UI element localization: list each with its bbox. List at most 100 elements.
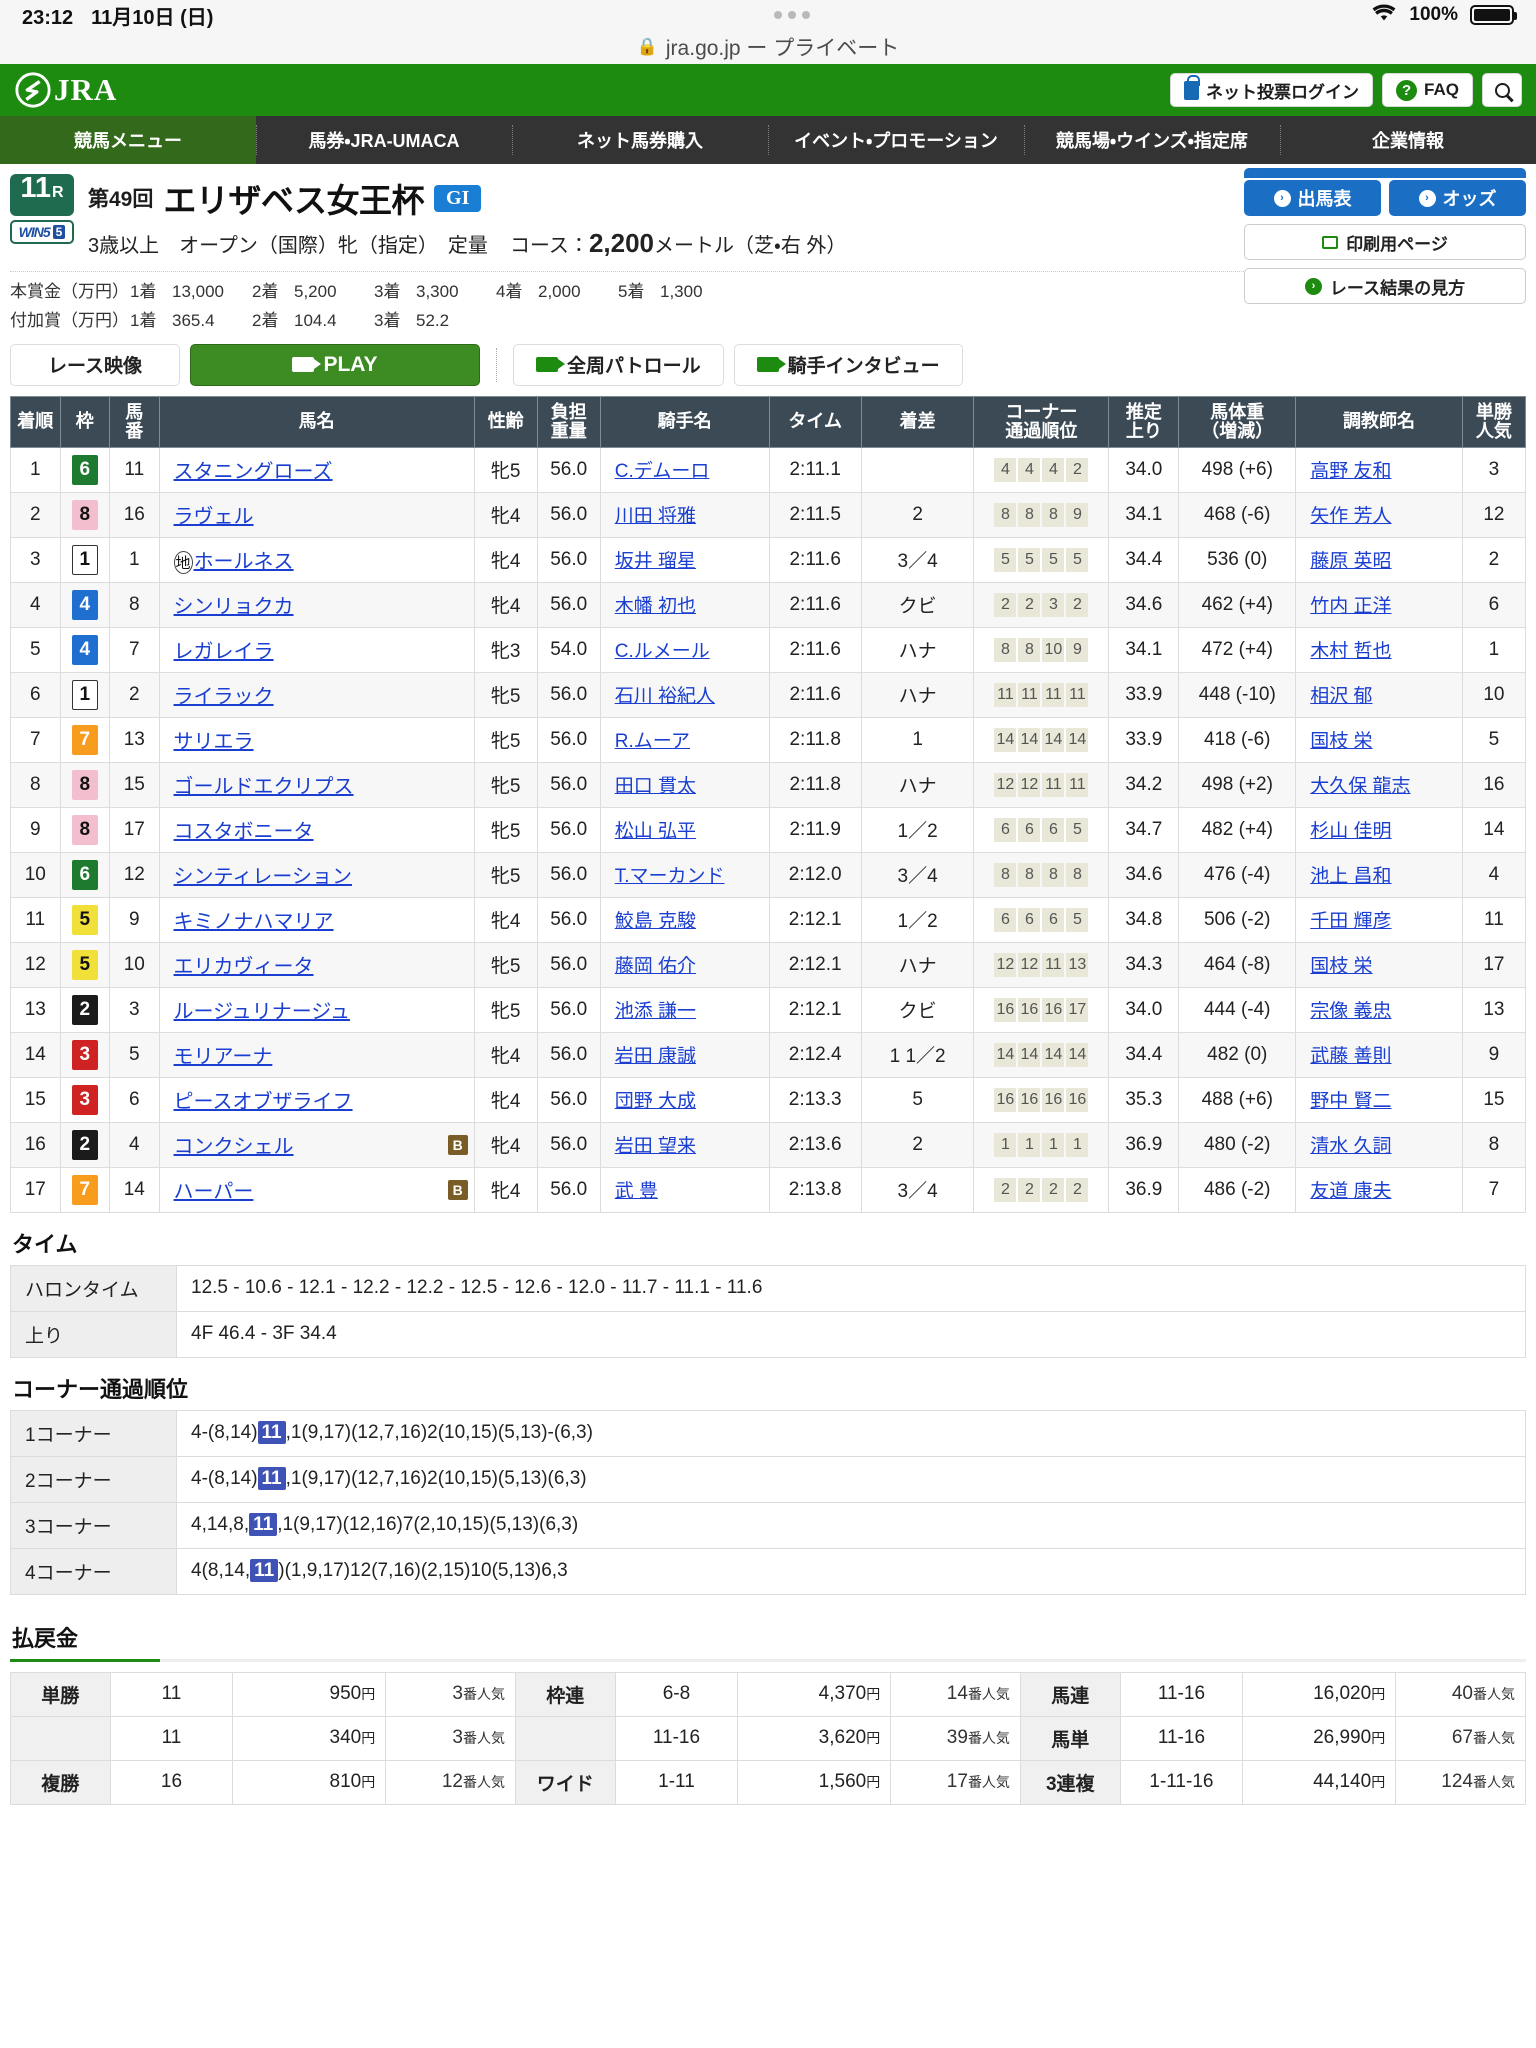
cell-popularity: 16 bbox=[1461, 761, 1527, 808]
payout-popularity: 3番人気 bbox=[385, 1715, 516, 1761]
nav-item-baken-umaca[interactable]: 馬券・JRA-UMACA bbox=[256, 116, 512, 164]
jockey-link[interactable]: 池添 謙一 bbox=[615, 1001, 696, 1022]
corner-pos: 8 bbox=[994, 502, 1017, 527]
entry-table-button[interactable]: › 出馬表 bbox=[1244, 180, 1381, 216]
horse-link[interactable]: ライラック bbox=[174, 686, 274, 708]
trainer-link[interactable]: 矢作 芳人 bbox=[1310, 506, 1391, 527]
jockey-link[interactable]: R.ムーア bbox=[615, 731, 690, 752]
horse-link[interactable]: モリアーナ bbox=[174, 1046, 273, 1068]
trainer-link[interactable]: 武藤 善則 bbox=[1310, 1046, 1391, 1067]
jockey-link[interactable]: 武 豊 bbox=[615, 1181, 658, 1202]
horse-link[interactable]: シンリョクカ bbox=[174, 596, 294, 618]
horse-link[interactable]: ホールネス bbox=[194, 551, 294, 573]
cell-popularity: 7 bbox=[1461, 1166, 1527, 1213]
trainer-link[interactable]: 清水 久詞 bbox=[1310, 1136, 1391, 1157]
jockey-link[interactable]: 松山 弘平 bbox=[615, 821, 696, 842]
horse-link[interactable]: コスタボニータ bbox=[174, 821, 314, 843]
trainer-link[interactable]: 宗像 義忠 bbox=[1310, 1001, 1391, 1022]
odds-label: オッズ bbox=[1442, 189, 1497, 209]
nav-item-event-promotion[interactable]: イベント・プロモーション bbox=[768, 116, 1024, 164]
trainer-link[interactable]: 木村 哲也 bbox=[1310, 641, 1391, 662]
horse-link[interactable]: ゴールドエクリプス bbox=[174, 776, 354, 798]
horse-link[interactable]: スタニングローズ bbox=[174, 461, 333, 483]
jockey-link[interactable]: 藤岡 佑介 bbox=[615, 956, 696, 977]
table-row: ハロンタイム 12.5 - 10.6 - 12.1 - 12.2 - 12.2 … bbox=[10, 1264, 1526, 1312]
horse-link[interactable]: エリカヴィータ bbox=[174, 956, 314, 978]
cell-margin: 1 bbox=[860, 716, 975, 763]
cell-sex-age: 牝5 bbox=[473, 671, 538, 718]
cell-corners: 1111 bbox=[973, 1121, 1110, 1168]
trainer-link[interactable]: 高野 友和 bbox=[1310, 461, 1391, 482]
horse-link[interactable]: コンクシェル bbox=[174, 1136, 294, 1158]
search-button[interactable] bbox=[1482, 73, 1522, 107]
jockey-link[interactable]: 川田 将雅 bbox=[615, 506, 696, 527]
trainer-link[interactable]: 竹内 正洋 bbox=[1310, 596, 1391, 617]
col-time: タイム bbox=[768, 395, 862, 448]
trainer-link[interactable]: 千田 輝彦 bbox=[1310, 911, 1391, 932]
jockey-link[interactable]: 田口 貫太 bbox=[615, 776, 696, 797]
net-vote-login-button[interactable]: ネット投票ログイン bbox=[1170, 73, 1374, 107]
prize-main-label: 本賞金（万円） bbox=[10, 282, 129, 301]
cell-bataiju: 476 (-4) bbox=[1178, 851, 1297, 898]
trainer-link[interactable]: 国枝 栄 bbox=[1310, 956, 1372, 977]
jra-logo[interactable]: JRA bbox=[14, 71, 117, 109]
patrol-video-button[interactable]: 全周パトロール bbox=[513, 343, 724, 386]
odds-button[interactable]: › オッズ bbox=[1389, 180, 1526, 216]
jockey-link[interactable]: 団野 大成 bbox=[615, 1091, 696, 1112]
trainer-link[interactable]: 杉山 佳明 bbox=[1310, 821, 1391, 842]
jockey-link[interactable]: 木幡 初也 bbox=[615, 596, 696, 617]
horse-link[interactable]: キミノナハマリア bbox=[174, 911, 334, 933]
how-to-read-results-button[interactable]: › レース結果の見方 bbox=[1244, 268, 1526, 304]
jockey-link[interactable]: 鮫島 克駿 bbox=[615, 911, 696, 932]
horse-link[interactable]: ラヴェル bbox=[174, 506, 254, 528]
trainer-link[interactable]: 藤原 英昭 bbox=[1310, 551, 1391, 572]
trainer-link[interactable]: 友道 康夫 bbox=[1310, 1181, 1391, 1202]
print-page-button[interactable]: 印刷用ページ bbox=[1244, 224, 1526, 260]
cell-trainer: 宗像 義忠 bbox=[1295, 986, 1463, 1033]
ios-status-bar: 23:12 11月10日 (日) 100% bbox=[0, 0, 1536, 30]
horse-link[interactable]: シンティレーション bbox=[174, 866, 352, 888]
corner-label: 1コーナー bbox=[10, 1409, 177, 1457]
nav-item-keiba-menu[interactable]: 競馬メニュー bbox=[0, 116, 256, 164]
payout-type-label: 馬連 bbox=[1019, 1671, 1121, 1717]
cell-time: 2:13.3 bbox=[768, 1076, 862, 1123]
jockey-link[interactable]: 石川 裕紀人 bbox=[615, 686, 715, 707]
jockey-link[interactable]: C.デムーロ bbox=[615, 461, 710, 482]
corner-pos: 6 bbox=[1018, 907, 1041, 932]
jockey-link[interactable]: C.ルメール bbox=[615, 641, 710, 662]
trainer-link[interactable]: 相沢 郁 bbox=[1310, 686, 1372, 707]
corner-pos: 1 bbox=[994, 1132, 1017, 1157]
partial-top-button[interactable] bbox=[1244, 168, 1526, 178]
jockey-link[interactable]: 坂井 瑠星 bbox=[615, 551, 696, 572]
nav-item-corporate[interactable]: 企業情報 bbox=[1280, 116, 1536, 164]
cell-agari: 33.9 bbox=[1108, 716, 1180, 763]
jockey-link[interactable]: 岩田 望来 bbox=[615, 1136, 696, 1157]
play-button[interactable]: PLAY bbox=[190, 343, 480, 386]
cell-horse-name: スタニングローズ bbox=[158, 446, 475, 493]
win5-label: WIN5 bbox=[18, 224, 51, 240]
cell-jockey: 田口 貫太 bbox=[599, 761, 770, 808]
horse-link[interactable]: ピースオブザライフ bbox=[174, 1091, 353, 1113]
cell-corners: 2232 bbox=[973, 581, 1110, 628]
nav-item-net-baken[interactable]: ネット馬券購入 bbox=[512, 116, 768, 164]
faq-button[interactable]: ? FAQ bbox=[1382, 73, 1473, 107]
jockey-link[interactable]: T.マーカンド bbox=[615, 866, 725, 887]
cell-agari: 34.6 bbox=[1108, 581, 1180, 628]
browser-url-bar[interactable]: 🔒 jra.go.jp ー プライベート bbox=[0, 30, 1536, 64]
payout-table: 単勝 11 950円 3番人気 枠連 6-8 4,370円 14番人気 馬連 11-16 16,02… bbox=[10, 1671, 1526, 1805]
trainer-link[interactable]: 国枝 栄 bbox=[1310, 731, 1372, 752]
jockey-link[interactable]: 岩田 康誠 bbox=[615, 1046, 696, 1067]
horse-link[interactable]: サリエラ bbox=[174, 731, 254, 753]
trainer-link[interactable]: 野中 賢二 bbox=[1310, 1091, 1391, 1112]
payout-combination: 11-16 bbox=[614, 1715, 739, 1761]
trainer-link[interactable]: 池上 昌和 bbox=[1310, 866, 1391, 887]
horse-link[interactable]: ルージュリナージュ bbox=[174, 1001, 350, 1023]
cell-waku: 3 bbox=[59, 1031, 111, 1078]
trainer-link[interactable]: 大久保 龍志 bbox=[1310, 776, 1410, 797]
horse-link[interactable]: レガレイラ bbox=[174, 641, 274, 663]
nav-item-racecourse-wins[interactable]: 競馬場・ウインズ・指定席 bbox=[1024, 116, 1280, 164]
cell-bataiju: 498 (+6) bbox=[1178, 446, 1297, 493]
horse-link[interactable]: ハーパー bbox=[174, 1181, 254, 1203]
payout-popularity: 14番人気 bbox=[890, 1671, 1021, 1717]
jockey-interview-button[interactable]: 騎手インタビュー bbox=[733, 343, 963, 386]
